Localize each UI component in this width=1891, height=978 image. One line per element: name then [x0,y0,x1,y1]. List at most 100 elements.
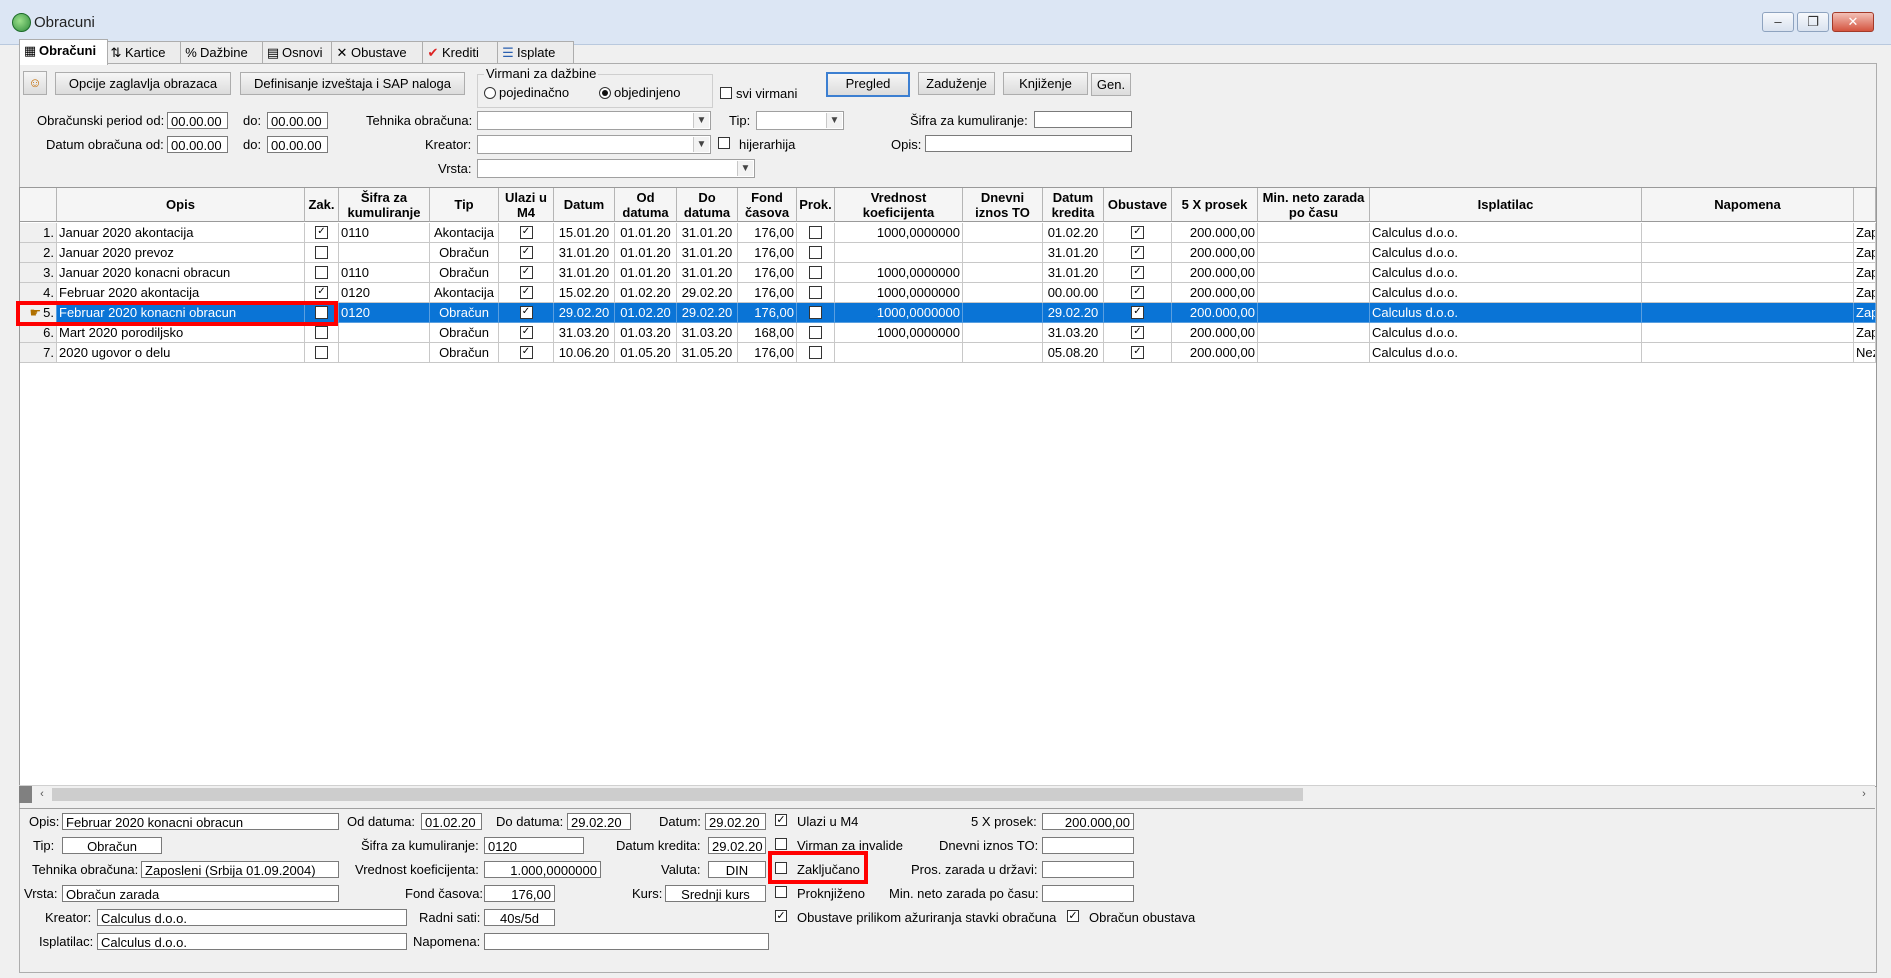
cell-checkbox[interactable]: ✓ [1131,226,1144,240]
cell-checkbox[interactable] [315,246,328,260]
cell-kredit[interactable]: 05.08.20 [1043,343,1104,363]
cell-extra[interactable]: Zaposl [1854,323,1876,343]
scroll-thumb[interactable] [52,788,1303,801]
cell-prosek[interactable]: 200.000,00 [1172,323,1258,343]
cell-koef[interactable] [835,243,963,263]
cell-sifra[interactable]: 0120 [339,303,430,323]
cell-koef[interactable]: 1000,0000000 [835,283,963,303]
header-extra[interactable] [1854,188,1876,222]
cell-checkbox[interactable]: ✓ [519,326,533,340]
ulazi-m4-checkbox[interactable]: ✓ [775,814,787,826]
cell-opis[interactable]: Mart 2020 porodiljsko [57,323,305,343]
cell-sifra[interactable]: 0110 [339,263,430,283]
detail-datum-input[interactable]: 29.02.20 [705,813,766,830]
cell-datum[interactable]: 29.02.20 [554,303,615,323]
cell-tip[interactable]: Obračun [430,323,499,343]
opis-filter-input[interactable] [925,135,1132,152]
chevron-right-icon[interactable]: › [1857,787,1871,802]
header-tip[interactable]: Tip [430,188,499,222]
header-isplatilac[interactable]: Isplatilac [1370,188,1642,222]
hijerarhija-checkbox[interactable] [718,137,730,149]
radio-objedinjeno[interactable] [599,87,611,99]
detail-sifra-input[interactable]: 0120 [484,837,584,854]
cell-napomena[interactable] [1642,283,1854,303]
header-prok[interactable]: Prok. [797,188,835,222]
radio-pojedinacno[interactable] [484,87,496,99]
cell-checkbox[interactable] [809,266,822,280]
cell-koef[interactable]: 1000,0000000 [835,323,963,343]
cell-tip[interactable]: Akontacija [430,223,499,243]
cell-opis[interactable]: Januar 2020 akontacija [57,223,305,243]
header-datum[interactable]: Datum [554,188,615,222]
knjizenje-button[interactable]: Knjiženje [1003,72,1088,95]
cell-fond[interactable]: 176,00 [738,303,797,323]
cell-napomena[interactable] [1642,243,1854,263]
cell-checkbox[interactable] [809,226,822,240]
cell-kredit[interactable]: 00.00.00 [1043,283,1104,303]
user-settings-icon[interactable]: ☺ [23,71,47,95]
header-ulazi-m4[interactable]: Ulazi u M4 [499,188,554,222]
cell-checkbox[interactable] [809,246,822,260]
obracun-obustava-checkbox[interactable]: ✓ [1067,910,1079,922]
cell-fond[interactable]: 176,00 [738,343,797,363]
cell-dnevni[interactable] [963,283,1043,303]
cell-napomena[interactable] [1642,343,1854,363]
tab-osnovi[interactable]: ▤ Osnovi [262,41,334,64]
table-row[interactable]: 3. Januar 2020 konacni obracun 0110 Obračun… [20,263,1876,283]
header-fond-casova[interactable]: Fond časova [738,188,797,222]
cell-od[interactable]: 01.02.20 [615,303,677,323]
cell-prosek[interactable]: 200.000,00 [1172,303,1258,323]
cell-checkbox[interactable] [809,346,822,360]
cell-fond[interactable]: 176,00 [738,263,797,283]
cell-checkbox[interactable]: ✓ [1131,246,1144,260]
cell-napomena[interactable] [1642,223,1854,243]
table-row[interactable]: 4. Februar 2020 akontacija ✓ 0120 Akontacija… [20,283,1876,303]
minimize-button[interactable]: – [1762,12,1794,32]
cell-datum[interactable]: 31.01.20 [554,243,615,263]
cell-fond[interactable]: 176,00 [738,283,797,303]
cell-checkbox[interactable]: ✓ [1131,326,1144,340]
cell-checkbox[interactable]: ✓ [1131,346,1144,360]
cell-kredit[interactable]: 31.03.20 [1043,323,1104,343]
detail-valuta-input[interactable]: DIN [708,861,766,878]
cell-minneto[interactable] [1258,343,1370,363]
cell-checkbox[interactable]: ✓ [519,346,533,360]
cell-datum[interactable]: 10.06.20 [554,343,615,363]
cell-od[interactable]: 01.01.20 [615,243,677,263]
cell-checkbox[interactable]: ✓ [315,226,328,240]
cell-checkbox[interactable]: ✓ [519,226,533,240]
cell-tip[interactable]: Obračun [430,303,499,323]
period-od-input[interactable]: 00.00.00 [167,112,228,129]
cell-sifra[interactable] [339,323,430,343]
kreator-combo[interactable]: ▼ [477,135,711,154]
detail-prosek-input[interactable]: 200.000,00 [1042,813,1134,830]
cell-do[interactable]: 31.03.20 [677,323,738,343]
detail-do-input[interactable]: 29.02.20 [567,813,631,830]
svi-virmani-checkbox[interactable] [720,87,732,99]
zaduzenje-button[interactable]: Zaduženje [918,72,995,95]
tab-krediti[interactable]: ✔ Krediti [422,41,500,64]
detail-kurs-input[interactable]: Srednji kurs [665,885,766,902]
cell-checkbox[interactable]: ✓ [519,306,533,320]
detail-dnevni-input[interactable] [1042,837,1134,854]
cell-do[interactable]: 31.01.20 [677,263,738,283]
pregled-button[interactable]: Pregled [826,72,910,97]
cell-extra[interactable]: Zaposl [1854,283,1876,303]
detail-fond-input[interactable]: 176,00 [484,885,555,902]
horizontal-scrollbar[interactable]: ‹ › [19,785,1875,803]
cell-datum[interactable]: 31.01.20 [554,263,615,283]
tab-dazbine[interactable]: % Dažbine [180,41,265,64]
cell-sifra[interactable] [339,343,430,363]
proknjizeno-checkbox[interactable] [775,886,787,898]
period-do-input[interactable]: 00.00.00 [267,112,328,129]
detail-od-input[interactable]: 01.02.20 [421,813,482,830]
cell-prosek[interactable]: 200.000,00 [1172,243,1258,263]
table-row[interactable]: 2. Januar 2020 prevoz Obračun ✓ 31.01.20 01.0… [20,243,1876,263]
cell-minneto[interactable] [1258,243,1370,263]
cell-isplatilac[interactable]: Calculus d.o.o. [1370,243,1642,263]
table-row[interactable]: 6. Mart 2020 porodiljsko Obračun ✓ 31.03.20 0… [20,323,1876,343]
table-row[interactable]: 7. 2020 ugovor o delu Obračun ✓ 10.06.20 01.0… [20,343,1876,363]
virman-invalide-checkbox[interactable] [775,838,787,850]
cell-datum[interactable]: 15.02.20 [554,283,615,303]
cell-extra[interactable]: Zaposl [1854,263,1876,283]
